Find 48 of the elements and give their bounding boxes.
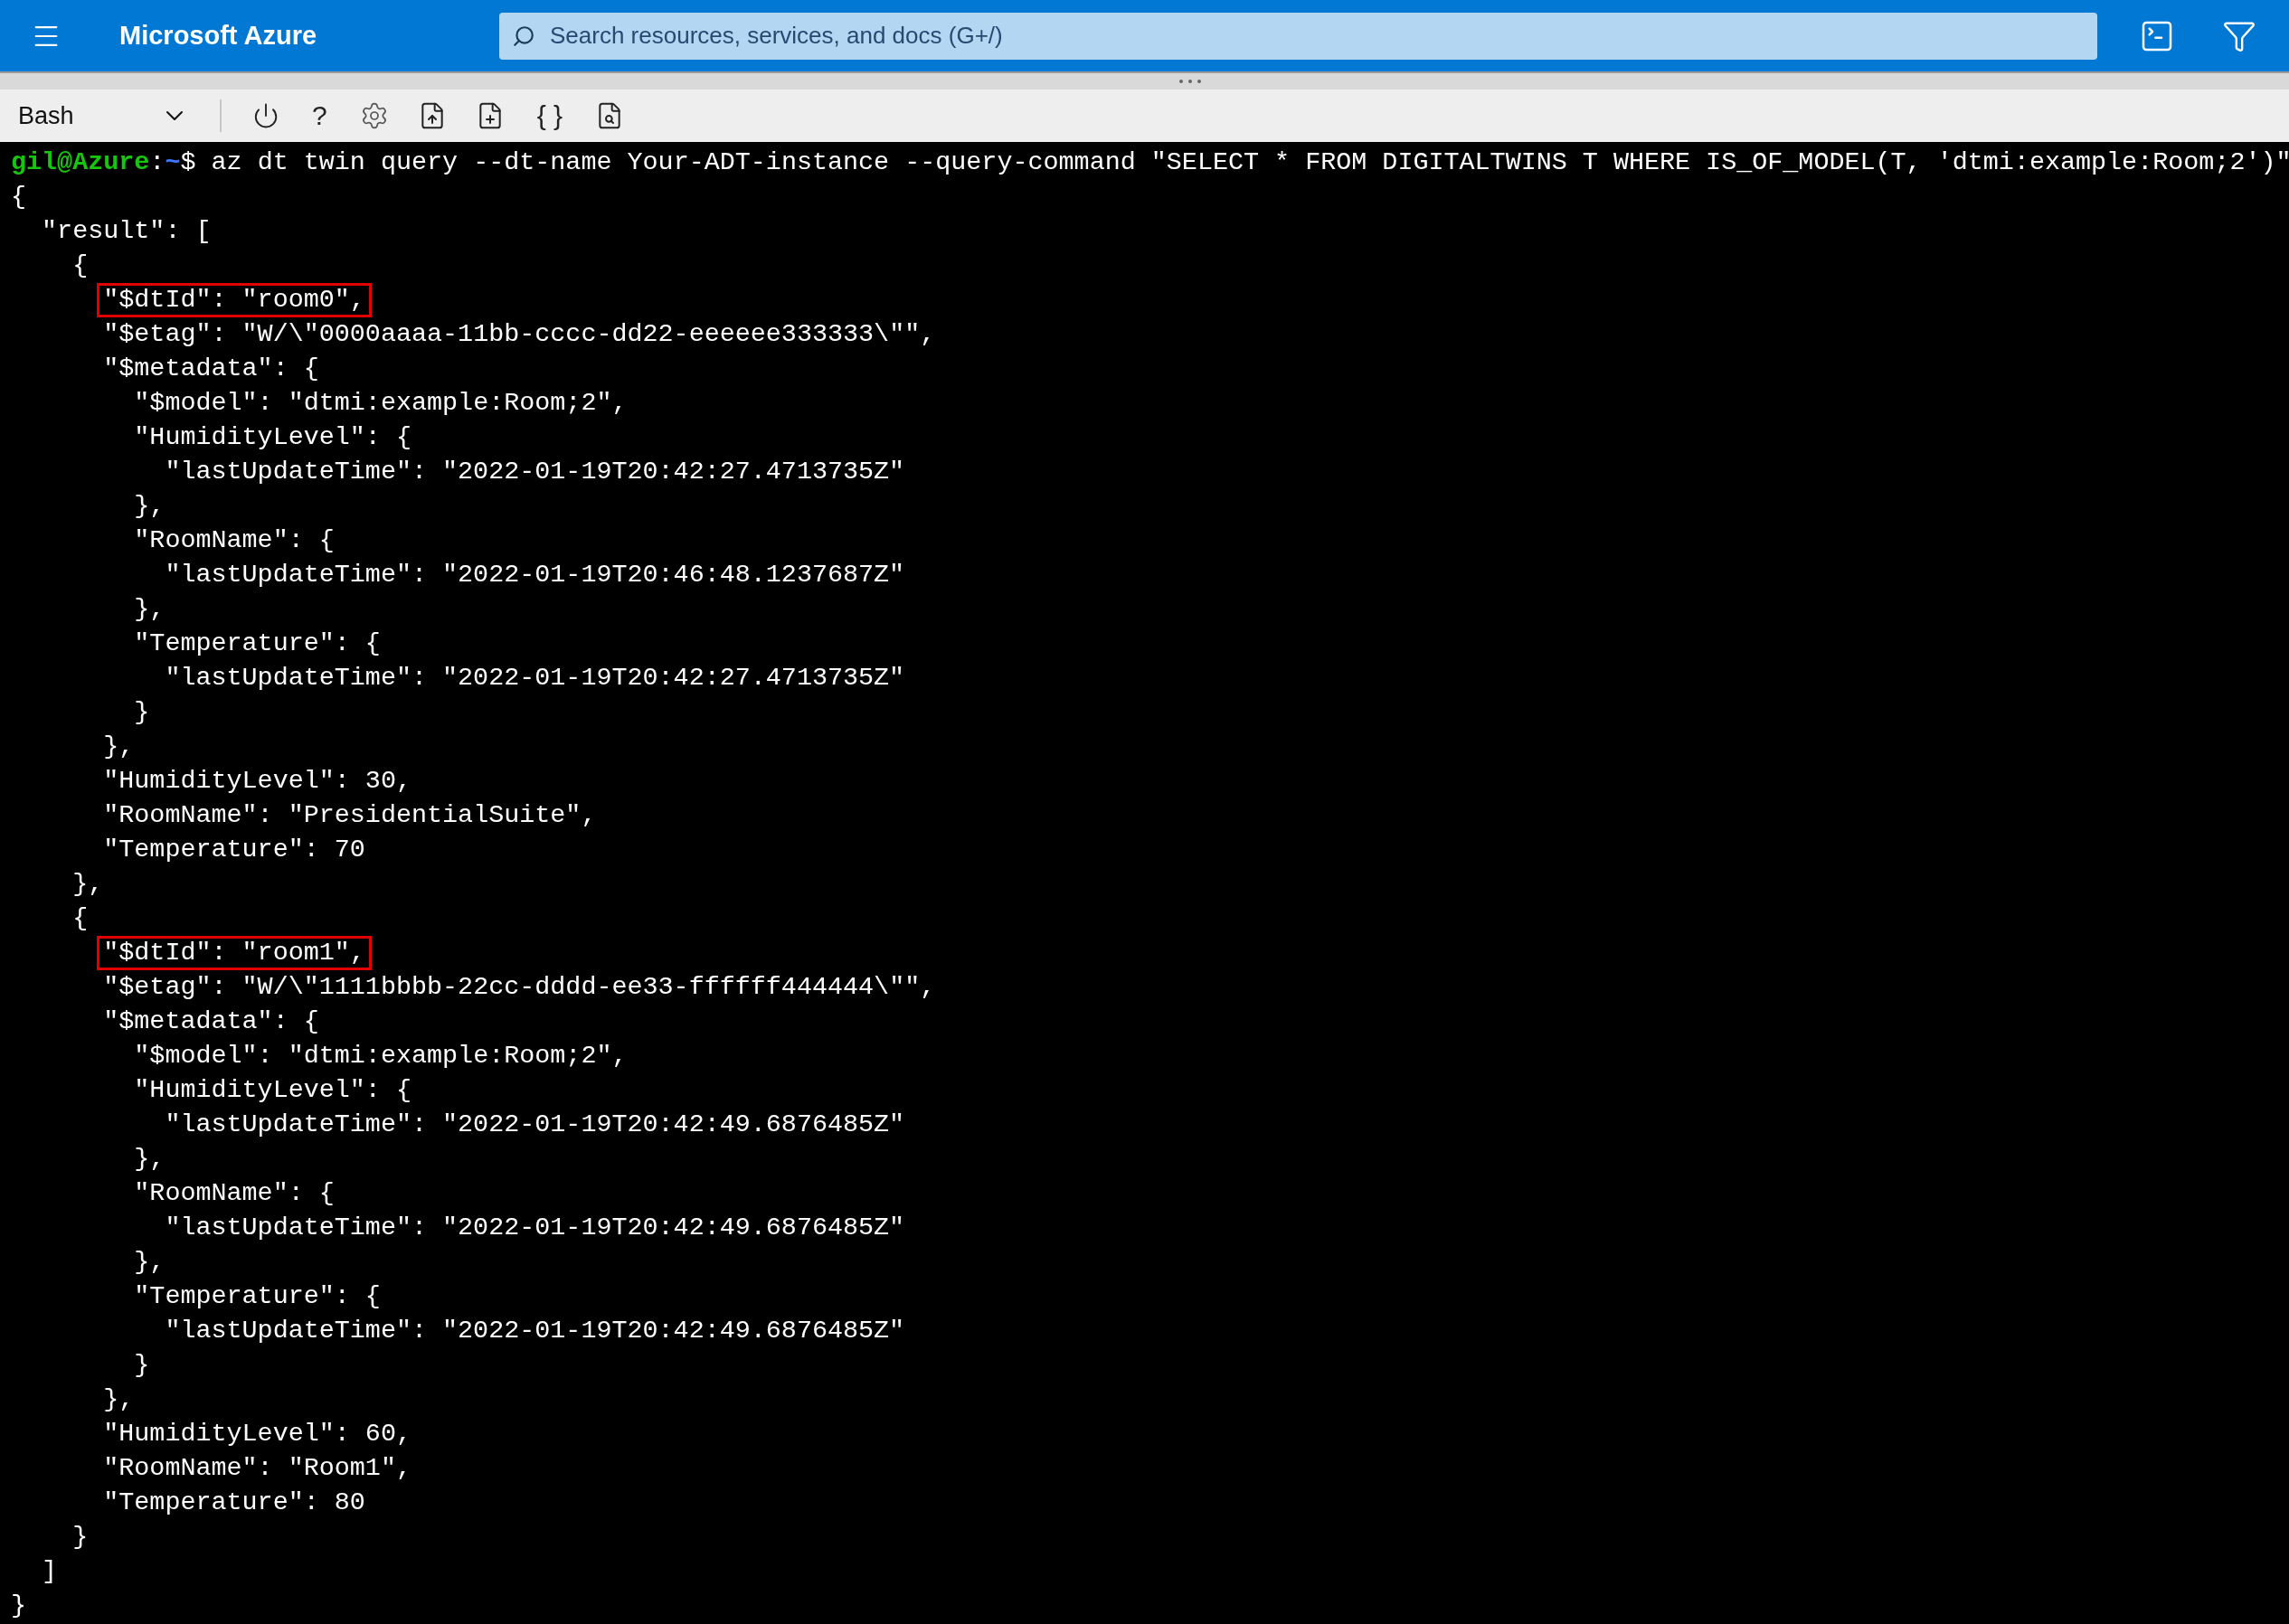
output-line: "Temperature": { (133, 1280, 382, 1313)
output-line: "lastUpdateTime": "2022-01-19T20:42:49.6876485Z" (164, 1212, 906, 1244)
search-icon (512, 24, 535, 48)
output-line: "Temperature": { (133, 628, 382, 660)
output-line: "$model": "dtmi:example:Room;2", (133, 1040, 629, 1072)
output-line: "RoomName": "Room1", (102, 1452, 412, 1485)
output-line: "Temperature": 80 (102, 1487, 366, 1519)
output-line: }, (133, 490, 166, 523)
output-line: "lastUpdateTime": "2022-01-19T20:42:49.6876485Z" (164, 1315, 906, 1347)
output-line: "RoomName": "PresidentialSuite", (102, 799, 598, 832)
output-line: }, (102, 731, 136, 763)
output-line: } (133, 1349, 151, 1382)
editor-button[interactable]: { } (527, 100, 572, 131)
output-line: "result": [ (41, 215, 213, 248)
output-line: "$model": "dtmi:example:Room;2", (133, 387, 629, 420)
output-line: } (71, 1521, 90, 1553)
output-line: "$etag": "W/\"0000aaaa-11bb-cccc-dd22-eeeeee333333\"", (102, 318, 937, 351)
output-line: { (71, 902, 90, 935)
output-line: }, (71, 868, 105, 901)
output-line: }, (102, 1383, 136, 1416)
search-field[interactable]: Search resources, services, and docs (G+/) (499, 12, 2097, 60)
output-line: "RoomName": { (133, 1177, 336, 1210)
output-line: "$metadata": { (102, 1006, 320, 1038)
output-line: { (10, 181, 28, 213)
output-line: "HumidityLevel": 30, (102, 765, 412, 798)
output-line: "Temperature": 70 (102, 834, 366, 866)
output-line: "RoomName": { (133, 524, 336, 557)
output-line: }, (133, 1143, 166, 1176)
output-line: "HumidityLevel": { (133, 421, 412, 454)
output-line: "HumidityLevel": { (133, 1074, 412, 1107)
search-input[interactable]: Search resources, services, and docs (G+/) (548, 21, 2085, 51)
output-line: } (133, 696, 151, 729)
output-line: }, (133, 593, 166, 626)
output-line: "lastUpdateTime": "2022-01-19T20:42:27.4713735Z" (164, 662, 906, 694)
output-line: ] (41, 1555, 59, 1588)
output-line: "$etag": "W/\"1111bbbb-22cc-dddd-ee33-ffffff444444\"", (102, 971, 937, 1004)
output-line: }, (133, 1246, 166, 1279)
output-line: { (71, 250, 90, 282)
output-line: "$metadata": { (102, 353, 320, 385)
output-line: "lastUpdateTime": "2022-01-19T20:46:48.1237687Z" (164, 559, 906, 591)
output-line: "HumidityLevel": 60, (102, 1418, 412, 1450)
brand-title[interactable]: Microsoft Azure (119, 21, 499, 51)
output-line: } (10, 1590, 28, 1622)
help-button[interactable]: ? (303, 100, 336, 131)
output-line: "lastUpdateTime": "2022-01-19T20:42:49.6876485Z" (164, 1109, 906, 1141)
command-line: gil@Azure:~$ az dt twin query --dt-name Your-ADT-instance --query-command "SELECT * FROM DIGITALTWINS T WHERE IS_OF_MODEL(T, 'dtmi:example:Room;2')" (11, 147, 2289, 177)
shell-dropdown[interactable]: Bash (18, 101, 194, 130)
output-line: "lastUpdateTime": "2022-01-19T20:42:27.4713735Z" (164, 456, 906, 488)
